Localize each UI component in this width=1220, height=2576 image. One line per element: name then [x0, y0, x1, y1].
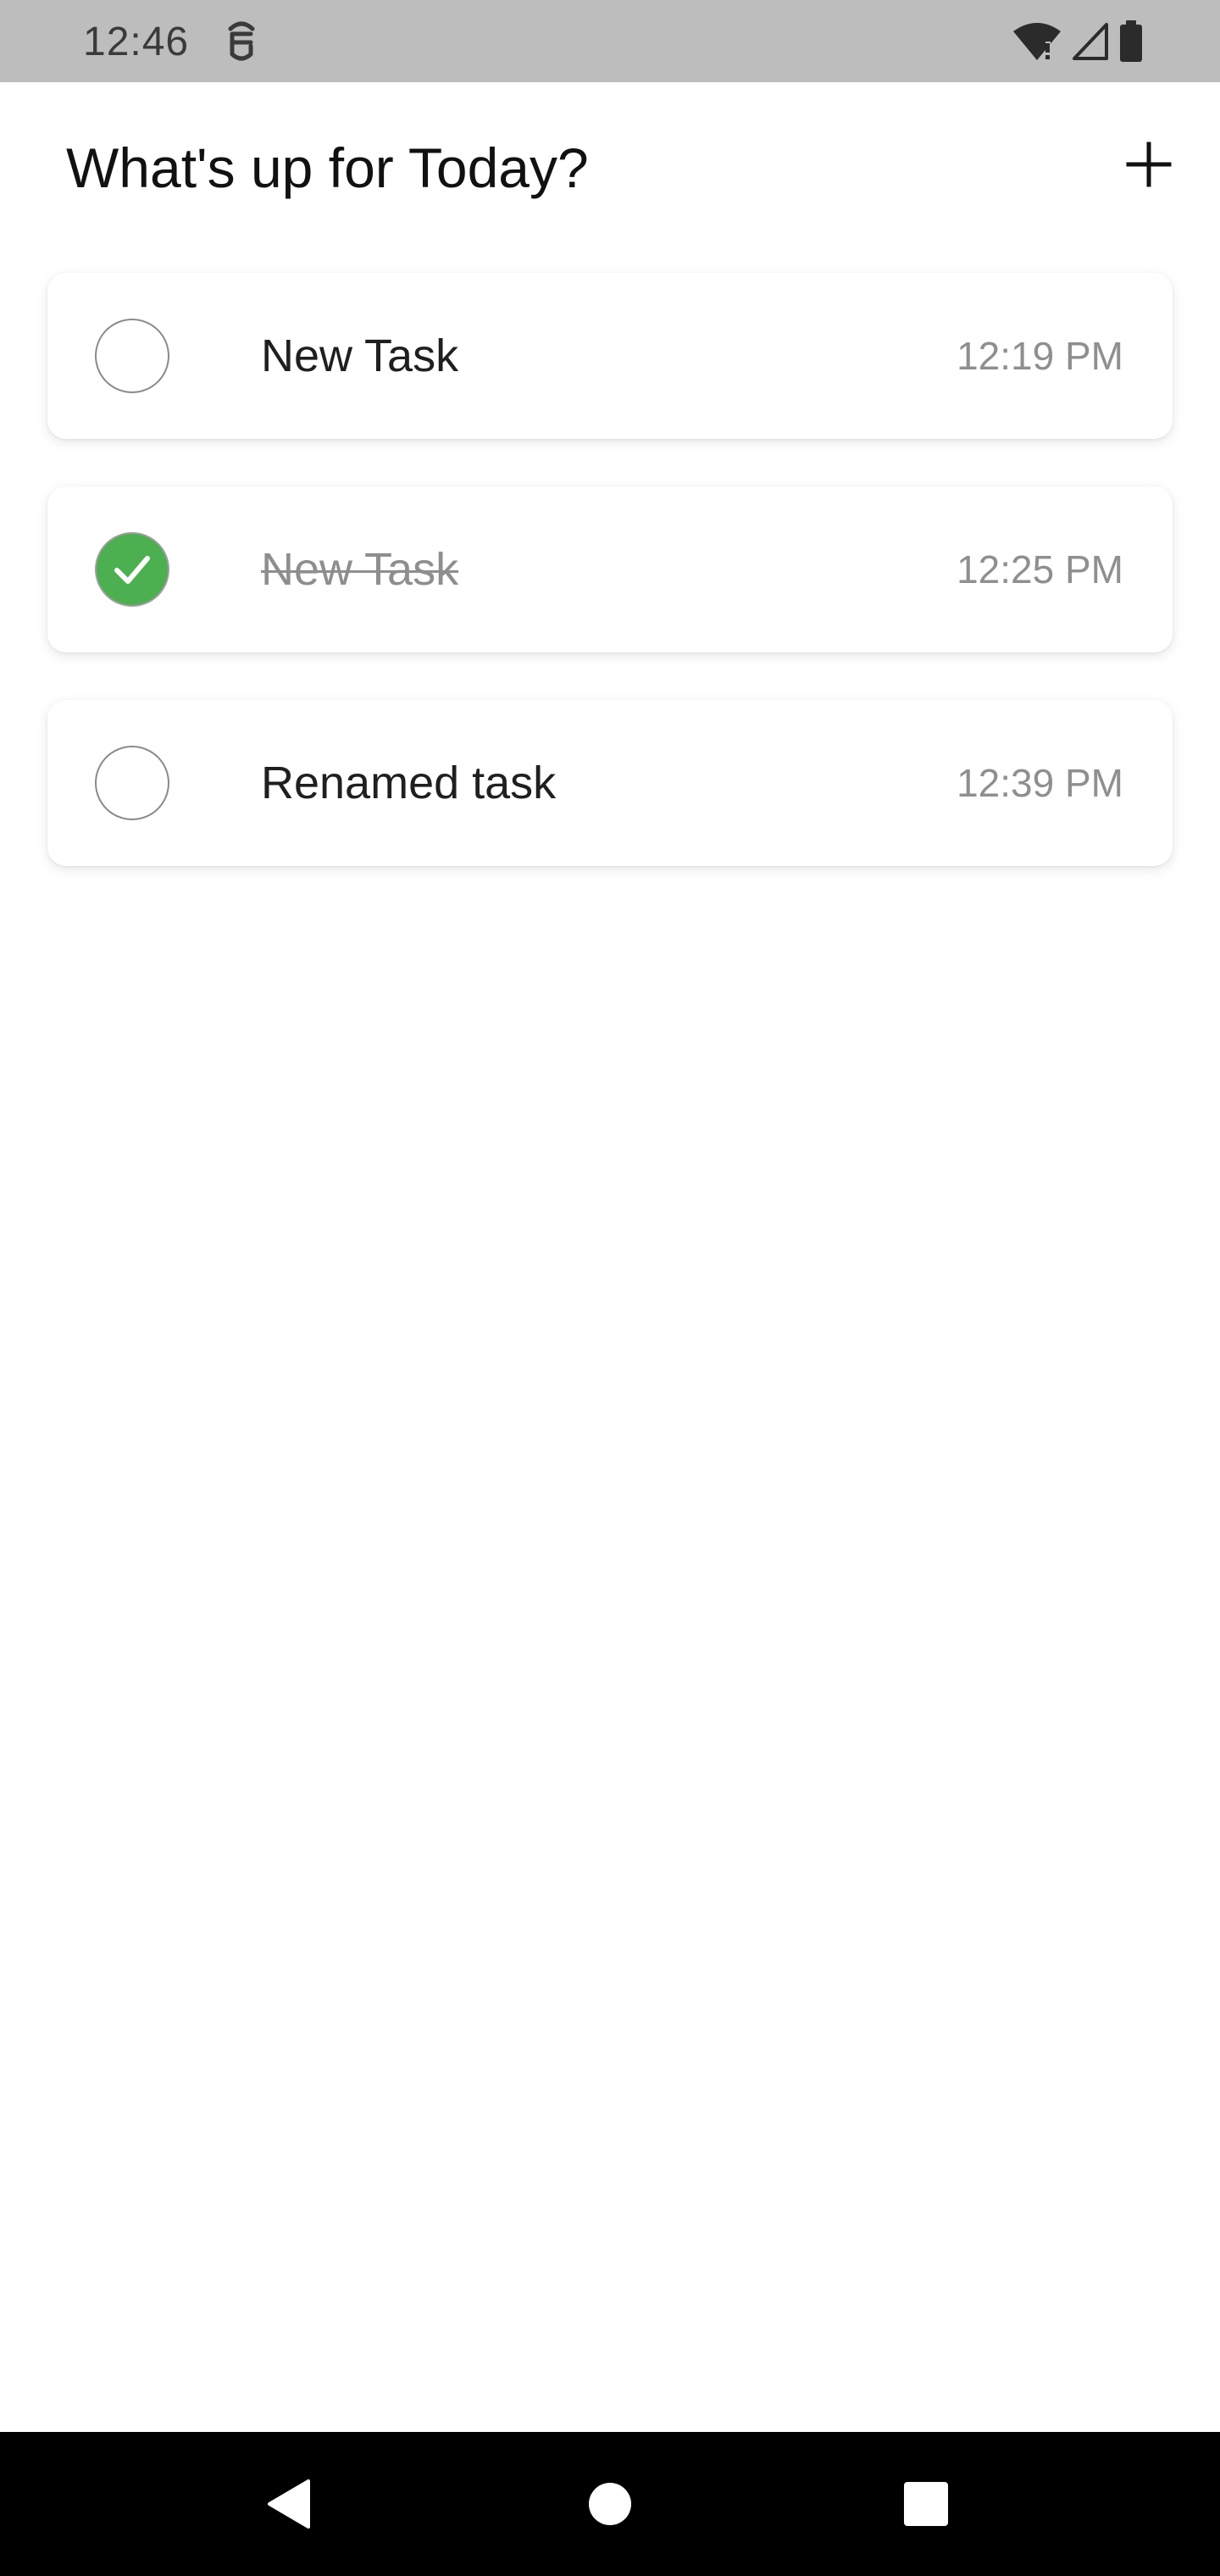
task-time: 12:25 PM	[957, 547, 1123, 591]
page-title: What's up for Today?	[66, 136, 589, 199]
home-icon	[589, 2483, 631, 2525]
task-time: 12:19 PM	[957, 334, 1123, 378]
cell-signal-icon	[1071, 21, 1110, 62]
task-checkbox[interactable]	[95, 532, 169, 607]
task-card[interactable]: Renamed task 12:39 PM	[47, 700, 1173, 866]
status-icons	[1012, 19, 1144, 64]
recents-button[interactable]	[875, 2432, 977, 2576]
task-checkbox[interactable]	[95, 746, 169, 820]
plus-icon	[1125, 141, 1173, 192]
battery-icon	[1118, 20, 1144, 63]
task-title: Renamed task	[261, 758, 557, 808]
checkmark-icon	[114, 556, 150, 584]
task-card[interactable]: New Task 12:25 PM	[47, 486, 1173, 652]
back-button[interactable]	[239, 2432, 341, 2576]
task-title: New Task	[261, 330, 459, 381]
navigation-bar	[0, 2432, 1220, 2576]
notification-icon	[222, 20, 261, 63]
back-icon	[268, 2479, 310, 2529]
task-checkbox[interactable]	[95, 319, 169, 393]
task-card[interactable]: New Task 12:19 PM	[47, 273, 1173, 439]
status-time: 12:46	[83, 19, 190, 64]
add-task-button[interactable]	[1118, 136, 1179, 197]
task-list: New Task 12:19 PM New Task 12:25 PM Rena…	[47, 273, 1173, 913]
task-title: New Task	[261, 544, 459, 595]
wifi-alert-icon	[1012, 21, 1062, 62]
status-bar: 12:46	[0, 0, 1220, 82]
recents-icon	[904, 2482, 948, 2526]
home-button[interactable]	[559, 2432, 661, 2576]
task-time: 12:39 PM	[957, 761, 1123, 805]
